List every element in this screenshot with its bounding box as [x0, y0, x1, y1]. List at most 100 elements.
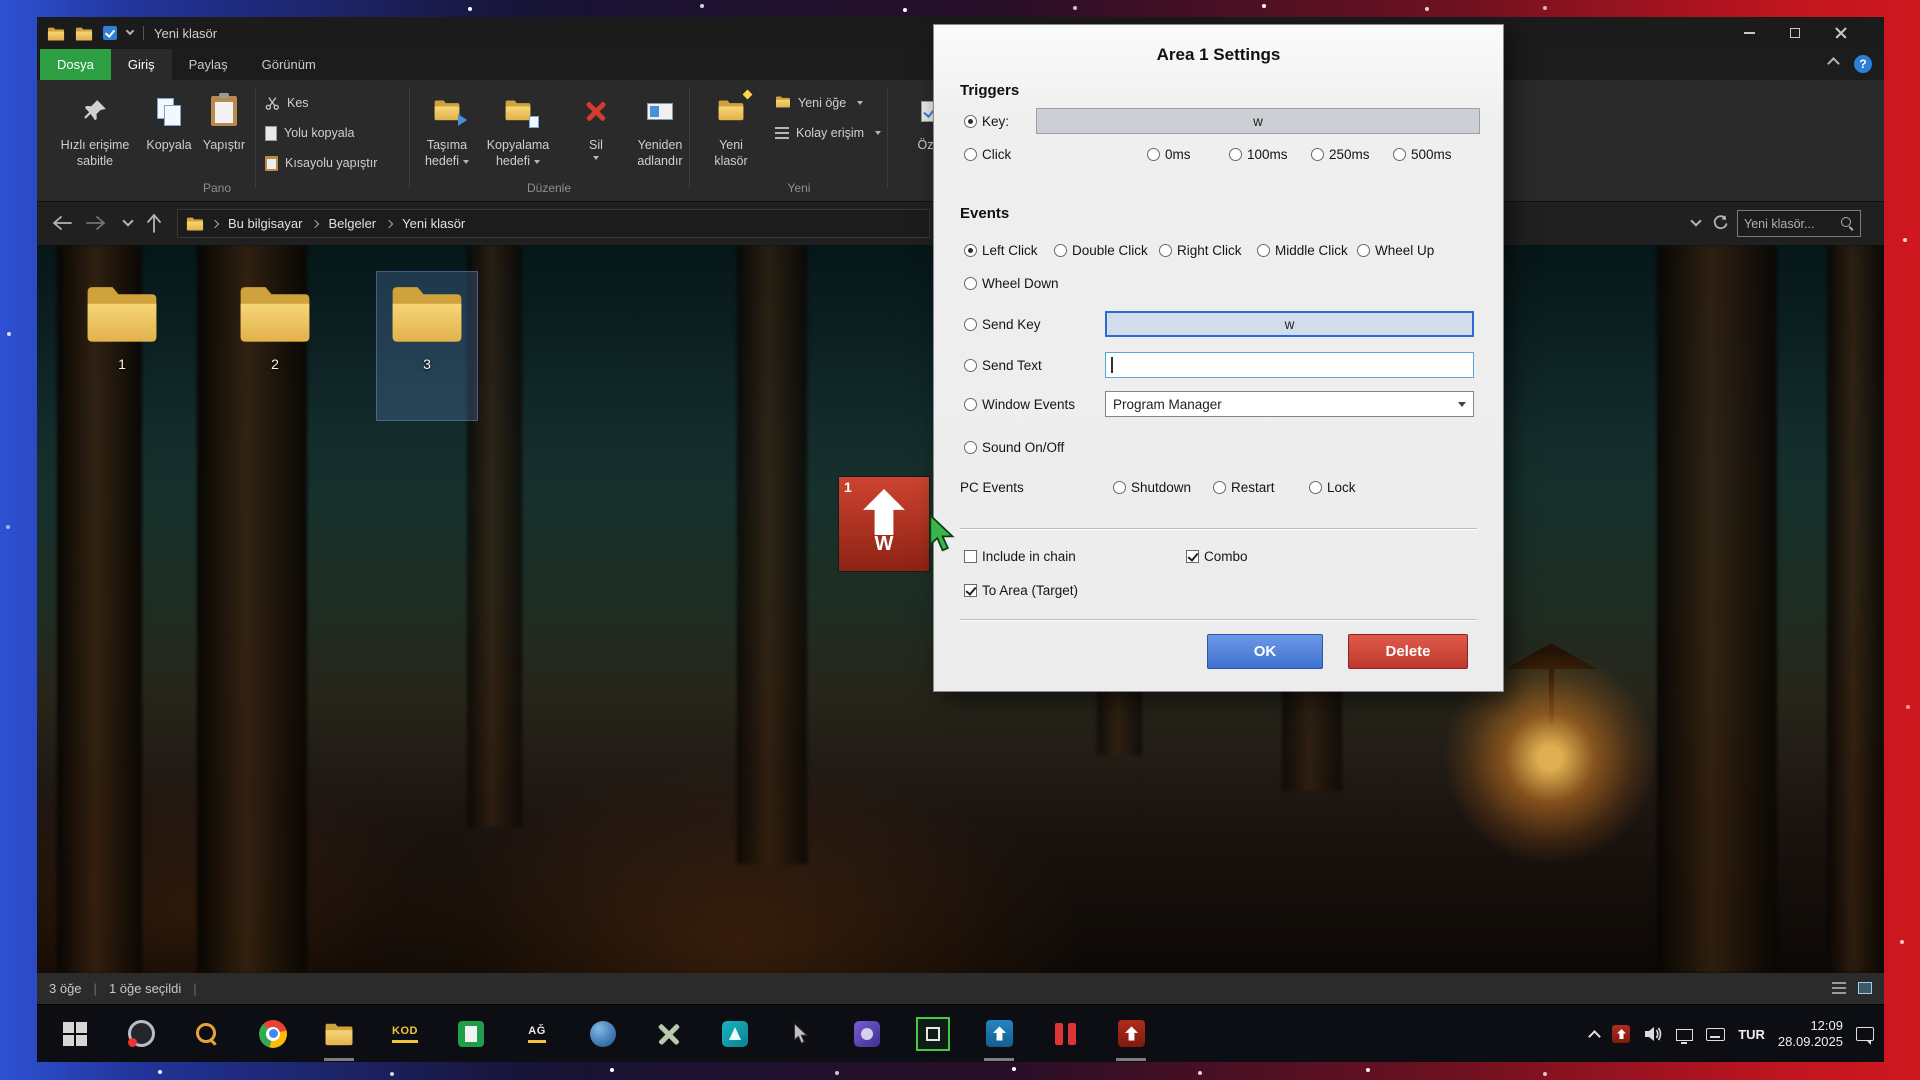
tab-paylas[interactable]: Paylaş: [172, 49, 245, 80]
radio-delay-0ms[interactable]: 0ms: [1147, 146, 1191, 162]
thumbnail-view-button[interactable]: [1854, 978, 1876, 998]
search-icon[interactable]: [1841, 217, 1854, 230]
radio-window-events[interactable]: Window Events: [964, 396, 1075, 412]
radio-lock[interactable]: Lock: [1309, 479, 1356, 495]
tray-expand-icon[interactable]: [1588, 1030, 1601, 1043]
taskbar-teal-app[interactable]: [711, 1005, 759, 1063]
radio-shutdown[interactable]: Shutdown: [1113, 479, 1191, 495]
radio-sound-on-off[interactable]: Sound On/Off: [964, 439, 1064, 455]
delete-button[interactable]: Sil: [573, 86, 619, 182]
radio-trigger-click[interactable]: Click: [964, 146, 1011, 162]
send-text-input[interactable]: [1105, 352, 1474, 378]
send-key-input[interactable]: w: [1105, 311, 1474, 337]
close-button[interactable]: [1818, 17, 1864, 49]
trigger-key-input[interactable]: w: [1036, 108, 1480, 134]
area-overlay-tile[interactable]: 1 W: [839, 477, 929, 571]
qat-folder-icon[interactable]: [75, 26, 93, 41]
cut-button[interactable]: Kes: [265, 92, 309, 114]
breadcrumb-documents[interactable]: Belgeler: [326, 216, 378, 231]
copy-button[interactable]: Kopyala: [143, 86, 195, 182]
pin-quick-access-button[interactable]: Hızlı erişimesabitle: [49, 86, 141, 182]
breadcrumb-new-folder[interactable]: Yeni klasör: [400, 216, 467, 231]
details-view-button[interactable]: [1828, 978, 1850, 998]
copy-to-button[interactable]: Kopyalamahedefi: [479, 86, 557, 182]
radio-wheel-up[interactable]: Wheel Up: [1357, 242, 1434, 258]
taskbar-file-explorer[interactable]: [315, 1005, 363, 1063]
easy-access-button[interactable]: Kolay erişim: [775, 122, 881, 144]
minimize-ribbon-icon[interactable]: [1827, 57, 1840, 70]
window-events-dropdown[interactable]: Program Manager: [1105, 391, 1474, 417]
delete-button[interactable]: Delete: [1348, 634, 1468, 669]
start-button[interactable]: [51, 1005, 99, 1063]
tray-red-arrow-icon[interactable]: [1612, 1025, 1630, 1043]
up-arrow-icon: [862, 489, 906, 535]
maximize-button[interactable]: [1772, 17, 1818, 49]
taskbar-pause-app[interactable]: [1041, 1005, 1089, 1063]
radio-restart[interactable]: Restart: [1213, 479, 1275, 495]
move-to-button[interactable]: Taşımahedefi: [417, 86, 477, 182]
search-input[interactable]: Yeni klasör...: [1737, 210, 1861, 237]
taskbar-green-doc-app[interactable]: [447, 1005, 495, 1063]
taskbar-search-app[interactable]: [183, 1005, 231, 1063]
taskbar-ring-app[interactable]: [117, 1005, 165, 1063]
checkbox-include-in-chain[interactable]: Include in chain: [964, 548, 1076, 564]
taskbar-blue-sphere-app[interactable]: [579, 1005, 627, 1063]
action-center-icon[interactable]: [1856, 1027, 1874, 1041]
address-field[interactable]: Bu bilgisayar Belgeler Yeni klasör: [177, 209, 930, 238]
taskbar-cursor-app[interactable]: [777, 1005, 825, 1063]
qat-customize-icon[interactable]: [126, 27, 134, 35]
radio-icon: [1054, 244, 1067, 257]
language-indicator[interactable]: TUR: [1738, 1027, 1765, 1042]
refresh-button[interactable]: [1707, 210, 1733, 236]
radio-delay-100ms[interactable]: 100ms: [1229, 146, 1288, 162]
send-text-label: Send Text: [982, 358, 1042, 373]
radio-send-text[interactable]: Send Text: [964, 357, 1042, 373]
new-item-button[interactable]: Yeni öğe: [775, 92, 863, 114]
radio-right-click[interactable]: Right Click: [1159, 242, 1242, 258]
address-dropdown-button[interactable]: [1683, 210, 1709, 236]
forward-button[interactable]: [83, 210, 109, 236]
help-button[interactable]: ?: [1854, 55, 1872, 73]
paste-shortcut-button[interactable]: Kısayolu yapıştır: [265, 152, 377, 174]
network-icon[interactable]: [1676, 1029, 1693, 1041]
tab-gorunum[interactable]: Görünüm: [245, 49, 333, 80]
radio-icon: [1113, 481, 1126, 494]
tab-dosya[interactable]: Dosya: [40, 49, 111, 80]
ok-button[interactable]: OK: [1207, 634, 1323, 669]
folder-item-3-selected[interactable]: 3: [377, 272, 477, 420]
radio-middle-click[interactable]: Middle Click: [1257, 242, 1348, 258]
folder-item-2[interactable]: 2: [225, 272, 325, 420]
radio-double-click[interactable]: Double Click: [1054, 242, 1148, 258]
radio-send-key[interactable]: Send Key: [964, 316, 1041, 332]
folder-item-1[interactable]: 1: [72, 272, 172, 420]
recent-locations-button[interactable]: [115, 210, 141, 236]
tab-giris[interactable]: Giriş: [111, 49, 172, 80]
keyboard-icon[interactable]: [1706, 1028, 1725, 1041]
taskbar-kod-app[interactable]: KOD: [381, 1005, 429, 1063]
taskbar-blue-arrow-app[interactable]: [975, 1005, 1023, 1063]
checkbox-to-area-target[interactable]: To Area (Target): [964, 582, 1078, 598]
copy-path-button[interactable]: Yolu kopyala: [265, 122, 354, 144]
minimize-button[interactable]: [1726, 17, 1772, 49]
radio-trigger-key[interactable]: Key:: [964, 113, 1009, 129]
taskbar-ag-app[interactable]: AĞ: [513, 1005, 561, 1063]
back-button[interactable]: [49, 210, 75, 236]
checkbox-combo[interactable]: Combo: [1186, 548, 1248, 564]
radio-left-click[interactable]: Left Click: [964, 242, 1038, 258]
new-folder-button[interactable]: Yeniklasör: [701, 86, 761, 182]
taskbar-red-arrow-app[interactable]: [1107, 1005, 1155, 1063]
up-button[interactable]: [141, 210, 167, 236]
breadcrumb-this-pc[interactable]: Bu bilgisayar: [226, 216, 304, 231]
taskbar-active-window-app[interactable]: [909, 1005, 957, 1063]
clock[interactable]: 12:09 28.09.2025: [1778, 1018, 1843, 1051]
qat-properties-icon[interactable]: [103, 26, 117, 40]
taskbar-chrome[interactable]: [249, 1005, 297, 1063]
taskbar-purple-app[interactable]: [843, 1005, 891, 1063]
paste-button[interactable]: Yapıştır: [197, 86, 251, 182]
radio-delay-250ms[interactable]: 250ms: [1311, 146, 1370, 162]
radio-wheel-down[interactable]: Wheel Down: [964, 275, 1059, 291]
volume-icon[interactable]: [1643, 1026, 1663, 1042]
radio-delay-500ms[interactable]: 500ms: [1393, 146, 1452, 162]
taskbar-x-app[interactable]: [645, 1005, 693, 1063]
rename-button[interactable]: Yenidenadlandır: [623, 86, 697, 182]
